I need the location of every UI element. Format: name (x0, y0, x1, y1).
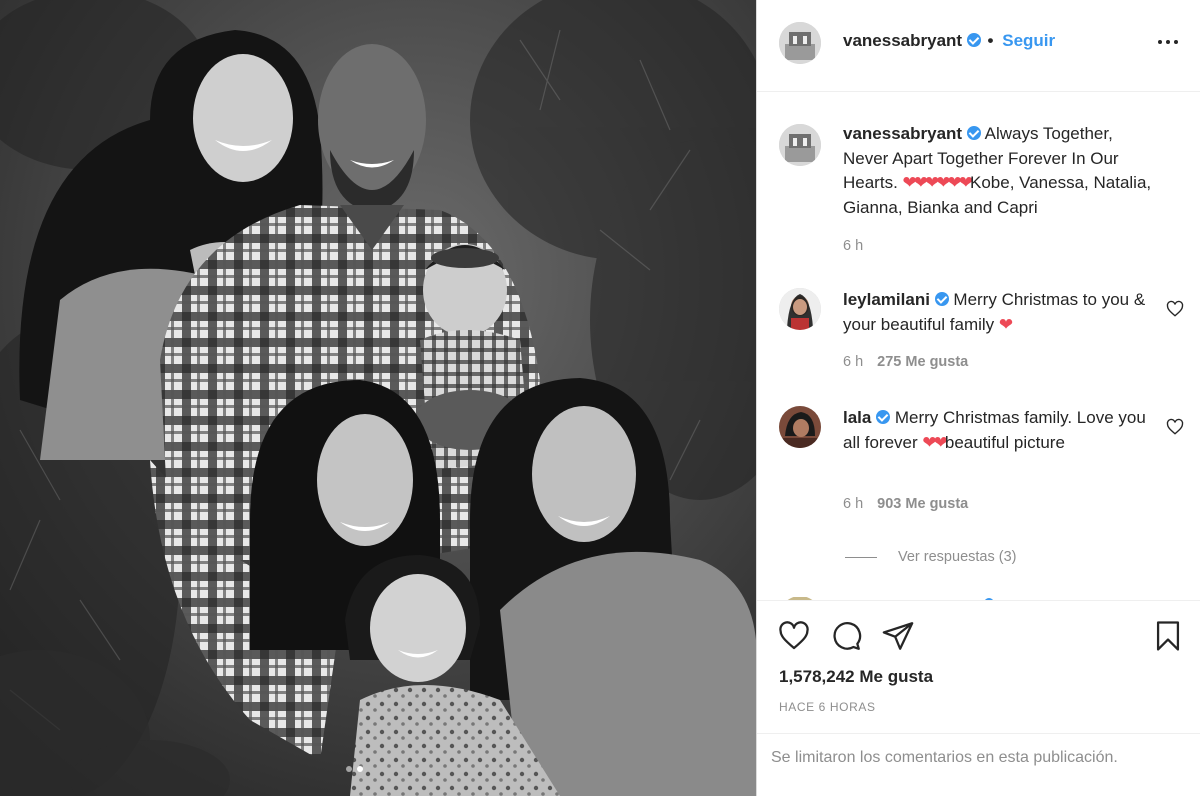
more-dot (1166, 40, 1170, 44)
view-replies-button[interactable]: Ver respuestas (3) (845, 549, 1016, 565)
comments-list[interactable]: vanessabryant Always Together, Never Apa… (757, 92, 1200, 600)
carousel-dot-active[interactable] (357, 766, 363, 772)
heart-emojis: ❤ (998, 314, 1013, 334)
follow-button[interactable]: Seguir (1002, 31, 1055, 50)
caption-username[interactable]: vanessabryant (843, 124, 962, 143)
action-bar: 1,578,242 Me gusta HACE 6 HORAS Se limit… (757, 600, 1200, 797)
view-replies-label: Ver respuestas (3) (898, 549, 1017, 565)
replies-divider (845, 556, 877, 558)
comment-meta: 6 h 903 Me gusta (843, 496, 968, 512)
avatar-image (779, 406, 821, 448)
heart-emojis: ❤❤ (922, 432, 947, 452)
heart-emojis: ❤❤❤❤❤❤ (902, 173, 973, 192)
heart-outline-icon[interactable] (777, 619, 811, 653)
comment-time[interactable]: 6 h (843, 354, 863, 370)
bookmark-icon[interactable] (1151, 619, 1185, 653)
next-comment-peek (757, 592, 1200, 600)
author-username[interactable]: vanessabryant (843, 31, 962, 50)
header-separator: • (987, 31, 994, 50)
avatar-image (779, 22, 821, 64)
header-line: vanessabryant • Seguir (843, 31, 1055, 51)
commenter-username[interactable]: leylamilani (843, 290, 930, 309)
comments-limited-notice: Se limitaron los comentarios en esta pub… (757, 733, 1200, 797)
comment-like-icon[interactable] (1166, 418, 1184, 436)
carousel-dot[interactable] (346, 766, 352, 772)
post-header: vanessabryant • Seguir (757, 0, 1200, 92)
post-time[interactable]: HACE 6 HORAS (779, 700, 876, 714)
caption-avatar[interactable] (779, 124, 821, 166)
post-photo[interactable] (0, 0, 756, 796)
carousel-indicator (346, 766, 363, 772)
comment-text: lala Merry Christmas family. Love you al… (843, 406, 1153, 455)
comment-body-tail: beautiful picture (944, 432, 1065, 452)
commenter-avatar[interactable] (779, 406, 821, 448)
comment-likes[interactable]: 275 Me gusta (877, 354, 968, 370)
likes-count[interactable]: 1,578,242 Me gusta (779, 667, 933, 687)
comment-bubble-icon[interactable] (829, 619, 863, 653)
comment-time[interactable]: 6 h (843, 496, 863, 512)
verified-badge-icon (966, 126, 981, 140)
avatar-image (779, 124, 821, 166)
caption-text: vanessabryant Always Together, Never Apa… (843, 122, 1153, 220)
commenter-avatar[interactable] (779, 288, 821, 330)
family-photo-illustration (0, 0, 756, 796)
verified-badge-icon (966, 33, 981, 47)
verified-badge-icon (934, 292, 949, 306)
instagram-post: vanessabryant • Seguir vanessabryant Alw… (0, 0, 1200, 796)
avatar-image (779, 288, 821, 330)
more-options-icon[interactable] (1158, 40, 1178, 44)
comment-likes[interactable]: 903 Me gusta (877, 496, 968, 512)
author-avatar[interactable] (779, 22, 821, 64)
more-dot (1174, 40, 1178, 44)
comment-like-icon[interactable] (1166, 300, 1184, 318)
commenter-username[interactable]: lala (843, 408, 871, 427)
paper-plane-icon[interactable] (881, 619, 915, 653)
comment-meta: 6 h 275 Me gusta (843, 354, 968, 370)
verified-badge-icon (876, 410, 891, 424)
post-side-panel: vanessabryant • Seguir vanessabryant Alw… (756, 0, 1200, 796)
comment-text: leylamilani Merry Christmas to you & you… (843, 288, 1153, 337)
caption-time: 6 h (843, 238, 864, 254)
more-dot (1158, 40, 1162, 44)
